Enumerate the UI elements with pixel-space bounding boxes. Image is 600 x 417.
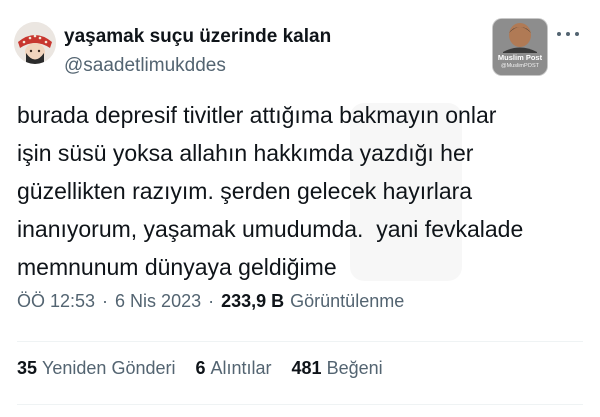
- tweet-text-line: inanıyorum, yaşamak umudumda. yani fevka…: [17, 216, 524, 242]
- more-dot: [566, 32, 570, 36]
- retweets-count: 35: [17, 358, 38, 378]
- likes-label: Beğeni: [326, 358, 383, 378]
- tweet-meta: ÖÖ 12:53 · 6 Nis 2023 · 233,9 B Görüntül…: [17, 291, 404, 312]
- tweet-time[interactable]: ÖÖ 12:53: [17, 291, 95, 312]
- quotes-stat[interactable]: 6 Alıntılar: [195, 358, 271, 379]
- tweet-date[interactable]: 6 Nis 2023: [115, 291, 201, 312]
- more-dot: [557, 32, 561, 36]
- author-avatar[interactable]: [14, 22, 56, 64]
- meta-separator: ·: [102, 291, 109, 311]
- tweet-stats: 35 Yeniden Gönderi 6 Alıntılar 481 Beğen…: [17, 358, 403, 379]
- views-count[interactable]: 233,9 B: [221, 291, 284, 312]
- retweets-label: Yeniden Gönderi: [42, 358, 176, 378]
- tweet-text-line: güzellikten razıyım. şerden gelecek hayı…: [17, 178, 473, 204]
- tweet-text-line: işin süsü yoksa allahın hakkımda yazdığı…: [17, 140, 474, 166]
- tweet-card: yaşamak suçu üzerinde kalan @saadetlimuk…: [0, 0, 600, 417]
- likes-stat[interactable]: 481 Beğeni: [292, 358, 383, 379]
- quotes-label: Alıntılar: [210, 358, 272, 378]
- profile-photo-icon: [14, 22, 56, 64]
- likes-count: 481: [291, 358, 322, 378]
- watermark-badge: Muslim Post @MuslimPOST: [493, 19, 547, 75]
- retweets-stat[interactable]: 35 Yeniden Gönderi: [17, 358, 175, 379]
- author-handle[interactable]: @saadetlimukddes: [64, 55, 226, 77]
- more-dot: [575, 32, 579, 36]
- tweet-text-line: burada depresif tivitler attığıma bakmay…: [17, 102, 497, 128]
- tweet-text: burada depresif tivitler attığıma bakmay…: [17, 96, 577, 286]
- quotes-count: 6: [195, 358, 206, 378]
- author-display-name[interactable]: yaşamak suçu üzerinde kalan: [64, 26, 331, 48]
- tweet-text-line: memnunum dünyaya geldiğime: [17, 254, 337, 280]
- divider: [17, 404, 583, 405]
- watermark-handle: @MuslimPOST: [501, 63, 539, 69]
- meta-separator: ·: [208, 291, 215, 311]
- views-label[interactable]: Görüntülenme: [290, 291, 404, 312]
- watermark-name: Muslim Post: [497, 53, 543, 62]
- more-dots-icon[interactable]: [557, 26, 579, 42]
- divider: [17, 341, 583, 342]
